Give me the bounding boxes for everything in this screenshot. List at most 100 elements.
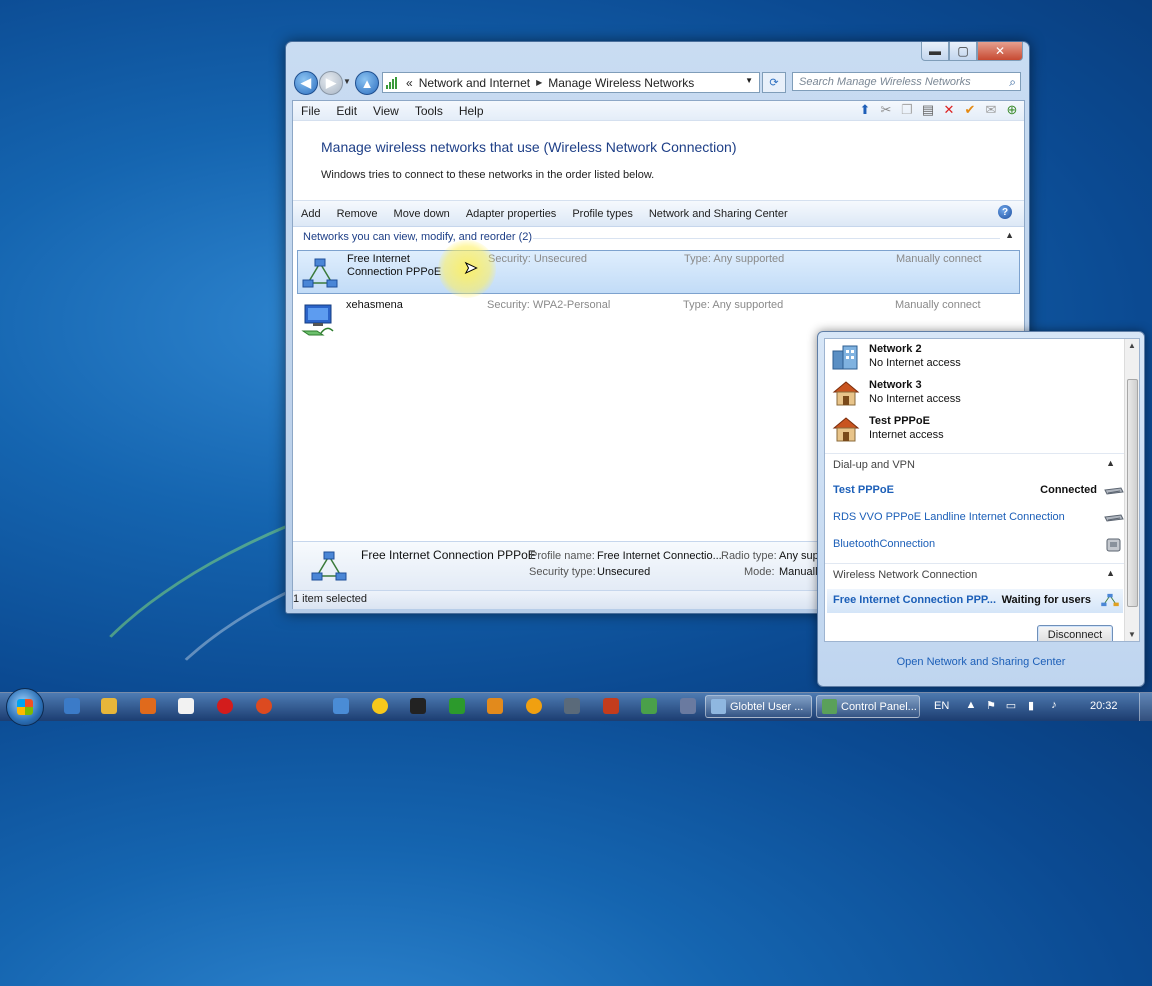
collapse-chevron-icon[interactable]: ▲ [1005, 230, 1014, 240]
cut-icon[interactable]: ✂ [878, 102, 894, 118]
address-overflow[interactable]: « [406, 76, 413, 90]
hfs-icon[interactable] [564, 698, 580, 714]
app-icon[interactable] [680, 698, 696, 714]
collapse-chevron-icon[interactable]: ▲ [1106, 458, 1115, 468]
volume-icon[interactable]: ♪ [1048, 699, 1060, 711]
scroll-up-icon[interactable]: ▲ [1128, 341, 1136, 350]
network-sharing-center-button[interactable]: Network and Sharing Center [641, 208, 796, 220]
flyout-network-status: No Internet access [869, 357, 961, 369]
flyout-scrollbar[interactable]: ▲ ▼ [1124, 339, 1139, 641]
recent-pages-dropdown[interactable]: ▼ [343, 77, 351, 86]
clock[interactable]: 20:32 [1090, 700, 1118, 712]
dialup-connection-item[interactable]: RDS VVO PPPoE Landline Internet Connecti… [833, 508, 1127, 528]
modem-icon [1104, 514, 1124, 522]
flag-icon[interactable]: ⚑ [985, 699, 997, 712]
search-input[interactable]: Search Manage Wireless Networks ⌕ [792, 72, 1021, 91]
calculator-icon[interactable] [449, 698, 465, 714]
maximize-button[interactable]: ▢ [949, 42, 977, 61]
app-icon[interactable] [487, 698, 503, 714]
app-icon[interactable] [603, 698, 619, 714]
copy-icon[interactable]: ❐ [899, 102, 915, 118]
scrollbar-thumb[interactable] [1127, 379, 1138, 607]
taskbar-task-control-panel[interactable]: Control Panel... [816, 695, 920, 718]
add-button[interactable]: Add [293, 208, 329, 220]
scroll-down-icon[interactable]: ▼ [1128, 630, 1136, 639]
wireless-network-icon [301, 304, 334, 336]
vodafone-icon[interactable] [217, 698, 233, 714]
taskbar-task-globtel[interactable]: Globtel User ... [705, 695, 812, 718]
dialup-connection-item[interactable]: Test PPPoE Connected [833, 481, 1127, 501]
task-label: Globtel User ... [730, 700, 804, 713]
checkmark-icon[interactable]: ✔ [962, 102, 978, 118]
breadcrumb-arrow-icon[interactable]: ▶ [536, 78, 542, 87]
move-down-button[interactable]: Move down [386, 208, 458, 220]
wireless-section-label: Wireless Network Connection [833, 569, 978, 581]
forward-button[interactable]: ▶ [319, 71, 343, 95]
messenger-icon[interactable] [372, 698, 388, 714]
page-title: Manage wireless networks that use (Wirel… [321, 139, 737, 155]
flyout-network-item[interactable]: Network 3 No Internet access [831, 377, 1111, 411]
help-icon[interactable]: ? [998, 205, 1012, 219]
menu-tools[interactable]: Tools [407, 104, 451, 118]
folder-icon[interactable] [101, 698, 117, 714]
collapse-chevron-icon[interactable]: ▲ [1106, 568, 1115, 578]
address-bar[interactable]: « Network and Internet ▶ Manage Wireless… [382, 72, 760, 93]
search-icon[interactable]: ⌕ [1009, 75, 1016, 90]
firefox-icon[interactable] [256, 698, 272, 714]
breadcrumb-manage-wireless-networks[interactable]: Manage Wireless Networks [548, 76, 694, 90]
network-tray-icon[interactable]: ▮ [1025, 699, 1037, 712]
taskbar: Globtel User ... Control Panel... EN ▲ ⚑… [0, 688, 1152, 726]
show-desktop-button[interactable] [1139, 693, 1152, 721]
dialup-section-label: Dial-up and VPN [833, 459, 915, 471]
move-up-icon[interactable]: ⬆ [857, 102, 873, 118]
security-type-value: Unsecured [597, 566, 651, 578]
app-icon[interactable] [333, 698, 349, 714]
status-text: 1 item selected [293, 593, 367, 605]
open-network-sharing-center-link[interactable]: Open Network and Sharing Center [818, 656, 1144, 668]
minimize-button[interactable]: ▬ [921, 42, 949, 61]
flyout-network-status: No Internet access [869, 393, 961, 405]
start-button[interactable] [6, 688, 44, 726]
back-button[interactable]: ◀ [294, 71, 318, 95]
internet-explorer-icon[interactable] [64, 698, 80, 714]
network-security: Security: Unsecured [488, 253, 588, 265]
display-icon[interactable]: ▭ [1005, 699, 1017, 712]
menu-file[interactable]: File [293, 104, 328, 118]
network-mode: Manually connect [896, 253, 982, 265]
refresh-button[interactable]: ⟳ [762, 72, 786, 93]
mail-icon[interactable]: ✉ [983, 102, 999, 118]
flyout-network-name: Network 2 [869, 343, 922, 355]
globe-icon[interactable]: ⊕ [1004, 102, 1020, 118]
app-icon[interactable] [641, 698, 657, 714]
dialup-section-header[interactable]: Dial-up and VPN ▲ [825, 453, 1125, 476]
dialup-connection-item[interactable]: BluetoothConnection [833, 535, 1127, 555]
delete-icon[interactable]: ✕ [941, 102, 957, 118]
wireless-section-header[interactable]: Wireless Network Connection ▲ [825, 563, 1125, 586]
caption-buttons: ▬ ▢ ✕ [921, 42, 1023, 61]
video-icon[interactable] [410, 698, 426, 714]
remove-button[interactable]: Remove [329, 208, 386, 220]
address-dropdown-icon[interactable]: ▼ [745, 76, 753, 85]
menu-edit[interactable]: Edit [328, 104, 365, 118]
language-indicator[interactable]: EN [934, 700, 949, 712]
close-button[interactable]: ✕ [977, 42, 1023, 61]
radio-type-label: Radio type: [721, 550, 777, 562]
paste-icon[interactable]: ▤ [920, 102, 936, 118]
profile-types-button[interactable]: Profile types [564, 208, 641, 220]
show-hidden-icons-icon[interactable]: ▲ [965, 699, 977, 711]
media-player-icon[interactable] [140, 698, 156, 714]
menu-view[interactable]: View [365, 104, 407, 118]
app-icon[interactable] [526, 698, 542, 714]
flyout-network-item[interactable]: Test PPPoE Internet access [831, 413, 1111, 447]
wireless-connection-item[interactable]: Free Internet Connection PPP... Waiting … [827, 589, 1123, 613]
network-row[interactable]: Free Internet Connection PPPoE Security:… [297, 250, 1020, 294]
group-header[interactable]: Networks you can view, modify, and reord… [303, 230, 1018, 243]
disconnect-button[interactable]: Disconnect [1037, 625, 1113, 641]
menu-help[interactable]: Help [451, 104, 492, 118]
breadcrumb-network-and-internet[interactable]: Network and Internet [419, 76, 530, 90]
adapter-properties-button[interactable]: Adapter properties [458, 208, 565, 220]
profile-name-value: Free Internet Connectio... [597, 550, 722, 562]
windows-icon[interactable] [178, 698, 194, 714]
up-button[interactable]: ▲ [355, 71, 379, 95]
flyout-network-item[interactable]: Network 2 No Internet access [831, 341, 1111, 375]
